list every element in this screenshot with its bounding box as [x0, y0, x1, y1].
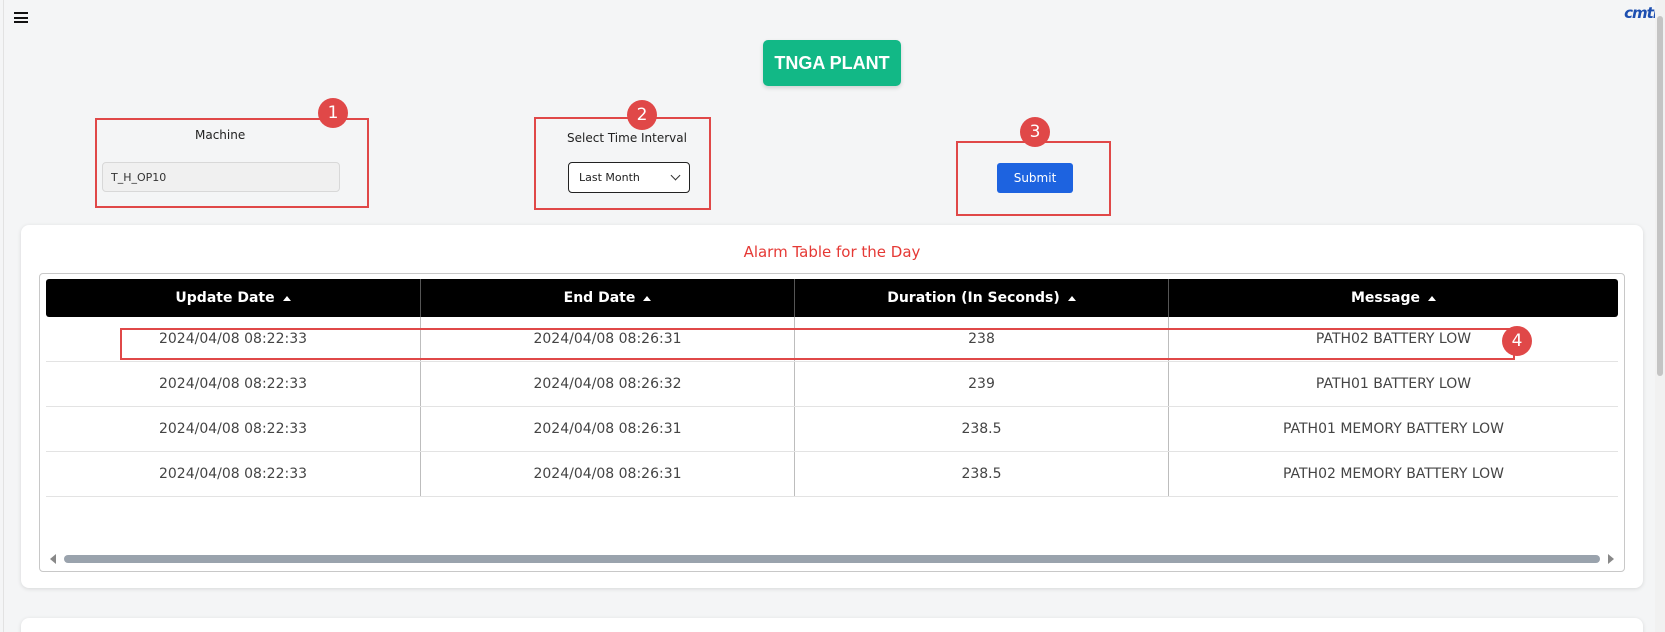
table-header-row: Update Date End Date Duration (In Second…: [46, 279, 1618, 317]
cell-end-date: 2024/04/08 08:26:31: [421, 407, 795, 451]
scroll-right-icon[interactable]: [1608, 554, 1614, 564]
table-row[interactable]: 2024/04/08 08:22:33 2024/04/08 08:26:31 …: [46, 407, 1618, 452]
sort-ascending-icon[interactable]: [643, 295, 652, 301]
cell-end-date: 2024/04/08 08:26:31: [421, 452, 795, 496]
cell-update-date: 2024/04/08 08:22:33: [46, 407, 421, 451]
page: cmti TNGA PLANT Machine Select Time Inte…: [0, 0, 1665, 632]
column-header-label: Message: [1350, 290, 1421, 306]
column-header-label: Update Date: [175, 290, 275, 306]
machine-input[interactable]: [102, 162, 340, 192]
column-header-label: Duration (In Seconds): [887, 290, 1060, 306]
sort-ascending-icon[interactable]: [1067, 295, 1076, 301]
column-header-end-date[interactable]: End Date: [421, 279, 795, 317]
column-header-update-date[interactable]: Update Date: [46, 279, 421, 317]
alarm-table-card: Alarm Table for the Day Update Date End …: [21, 225, 1643, 588]
cell-duration: 238.5: [795, 452, 1169, 496]
cell-message: PATH02 BATTERY LOW: [1315, 331, 1472, 347]
horizontal-scrollbar[interactable]: [46, 552, 1618, 566]
secondary-card: [21, 618, 1643, 632]
vertical-scrollbar-thumb[interactable]: [1657, 16, 1663, 376]
cell-message: PATH01 MEMORY BATTERY LOW: [1282, 421, 1505, 437]
cell-update-date: 2024/04/08 08:22:33: [46, 362, 421, 406]
annotation-badge-3: 3: [1020, 117, 1050, 147]
submit-button[interactable]: Submit: [997, 163, 1073, 193]
time-interval-select[interactable]: Last Month: [568, 162, 690, 193]
annotation-badge-2: 2: [627, 100, 657, 130]
alarm-table-title: Alarm Table for the Day: [743, 243, 921, 261]
hamburger-menu-icon[interactable]: [14, 12, 28, 26]
cell-duration: 239: [795, 362, 1169, 406]
cell-duration: 238.5: [795, 407, 1169, 451]
annotation-badge-1: 1: [318, 98, 348, 128]
cell-update-date: 2024/04/08 08:22:33: [46, 317, 421, 361]
cell-duration: 238: [795, 317, 1169, 361]
scrollbar-thumb[interactable]: [64, 555, 1600, 563]
cell-end-date: 2024/04/08 08:26:32: [421, 362, 795, 406]
cell-message: PATH01 BATTERY LOW: [1315, 376, 1472, 392]
scroll-left-icon[interactable]: [50, 554, 56, 564]
cell-message: PATH02 MEMORY BATTERY LOW: [1282, 466, 1505, 482]
column-header-duration[interactable]: Duration (In Seconds): [795, 279, 1169, 317]
table-row[interactable]: 2024/04/08 08:22:33 2024/04/08 08:26:31 …: [46, 317, 1618, 362]
chevron-down-icon: [670, 170, 681, 181]
sort-ascending-icon[interactable]: [282, 295, 291, 301]
column-header-label: End Date: [563, 290, 636, 306]
time-interval-label: Select Time Interval: [567, 131, 687, 145]
annotation-badge-4: 4: [1502, 326, 1532, 356]
machine-label: Machine: [195, 128, 246, 142]
sort-ascending-icon[interactable]: [1428, 295, 1437, 301]
cell-end-date: 2024/04/08 08:26:31: [421, 317, 795, 361]
logo: cmti: [1624, 4, 1658, 22]
column-header-message[interactable]: Message: [1169, 279, 1618, 317]
page-left-border: [3, 0, 4, 632]
time-interval-selected-value: Last Month: [579, 171, 640, 184]
table-row[interactable]: 2024/04/08 08:22:33 2024/04/08 08:26:32 …: [46, 362, 1618, 407]
table-body: 2024/04/08 08:22:33 2024/04/08 08:26:31 …: [46, 317, 1618, 497]
alarm-table: Update Date End Date Duration (In Second…: [39, 273, 1625, 572]
table-row[interactable]: 2024/04/08 08:22:33 2024/04/08 08:26:31 …: [46, 452, 1618, 497]
vertical-scrollbar[interactable]: [1655, 0, 1665, 632]
cell-update-date: 2024/04/08 08:22:33: [46, 452, 421, 496]
plant-title-badge: TNGA PLANT: [763, 40, 901, 86]
